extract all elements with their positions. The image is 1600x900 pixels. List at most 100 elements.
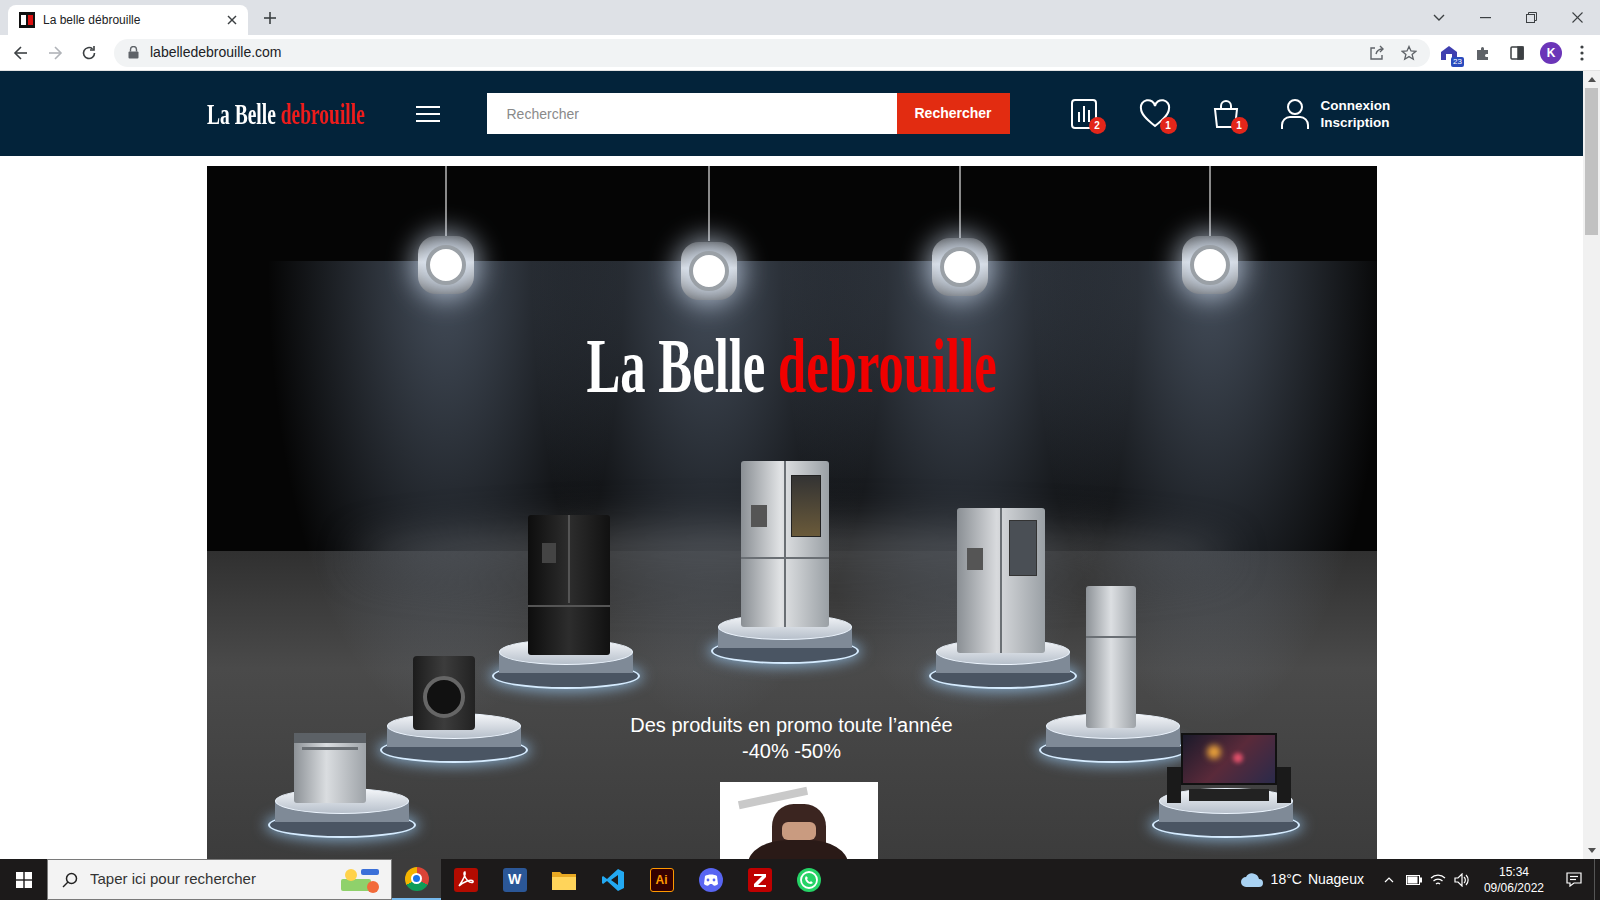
tab-strip: La belle débrouille [0, 0, 1600, 35]
hero-discount: -40% -50% [742, 738, 841, 764]
login-link[interactable]: Connexion [1321, 97, 1391, 114]
weather-temperature[interactable]: 18°C [1271, 869, 1302, 890]
hero-tagline: Des produits en promo toute l’année [630, 712, 952, 738]
taskbar-app[interactable] [735, 859, 784, 900]
washing-machine [413, 656, 475, 730]
browser-tab[interactable]: La belle débrouille [8, 5, 248, 35]
back-icon[interactable] [6, 39, 36, 67]
taskbar-app[interactable] [441, 859, 490, 900]
scroll-thumb[interactable] [1585, 88, 1598, 235]
header-badge: 1 [1160, 117, 1177, 134]
hero-title-first: La Belle [586, 322, 765, 409]
header-compare-button[interactable]: 2 [1067, 97, 1101, 131]
restore-icon[interactable] [1508, 0, 1554, 35]
right-fridge [957, 508, 1045, 653]
side-panel-icon[interactable] [1502, 39, 1532, 67]
acrobat-icon [453, 867, 479, 893]
new-tab-icon[interactable] [256, 4, 284, 32]
search-highlight-icon [337, 865, 383, 895]
logo-second: debrouille [280, 97, 364, 130]
spotlight [418, 236, 474, 294]
taskbar-search-placeholder[interactable]: Taper ici pour rechercher [90, 868, 325, 891]
clock[interactable]: 15:3409/06/2022 [1474, 864, 1554, 896]
scroll-down-icon[interactable] [1583, 842, 1600, 859]
share-icon[interactable] [1366, 42, 1388, 64]
lock-icon [126, 46, 140, 60]
explorer-icon [551, 867, 577, 893]
windows-start-icon[interactable] [0, 859, 47, 900]
discord-icon [698, 867, 724, 893]
header-badge: 1 [1231, 117, 1248, 134]
minimize-icon[interactable] [1462, 0, 1508, 35]
volume-icon[interactable] [1450, 867, 1474, 893]
notifications-icon[interactable] [1554, 859, 1594, 900]
profile-avatar[interactable]: K [1540, 42, 1562, 64]
tab-search-icon[interactable] [1416, 0, 1462, 35]
bookmark-star-icon[interactable] [1398, 42, 1420, 64]
system-tray: 18°C Nuageux 15:3409/06/2022 [1239, 859, 1600, 900]
taskbar: Taper ici pour rechercherWAi18°CNuageux1… [0, 859, 1600, 900]
close-tab-icon[interactable] [224, 12, 240, 28]
header-badge: 2 [1089, 117, 1106, 134]
center-fridge [741, 461, 829, 627]
chrome-icon [404, 866, 430, 892]
site-logo[interactable]: La Belledebrouille [207, 94, 397, 134]
taskbar-app[interactable]: Ai [637, 859, 686, 900]
tray-chevron-icon[interactable] [1376, 867, 1402, 893]
menu-dots-icon[interactable] [1570, 39, 1594, 67]
reload-icon[interactable] [74, 39, 104, 67]
address-bar: labelledebrouille.com 23 K [0, 35, 1600, 71]
promo-picture [720, 782, 878, 859]
header-cart-button[interactable]: 1 [1209, 97, 1243, 131]
dishwasher [294, 733, 366, 803]
tab-title: La belle débrouille [43, 11, 216, 29]
spotlight [681, 242, 737, 300]
black-fridge [528, 515, 610, 655]
search-icon [62, 872, 78, 888]
extensions-puzzle-icon[interactable] [1468, 39, 1498, 67]
clock-date: 09/06/2022 [1484, 880, 1544, 896]
weather-condition[interactable]: Nuageux [1308, 869, 1364, 890]
search-input[interactable] [487, 93, 897, 134]
url-text[interactable]: labelledebrouille.com [150, 42, 282, 63]
register-link[interactable]: Inscription [1321, 114, 1391, 131]
tall-fridge [1086, 586, 1136, 728]
header-wishlist-button[interactable]: 1 [1138, 97, 1172, 131]
battery-icon[interactable] [1402, 867, 1426, 893]
extension-button[interactable]: 23 [1434, 39, 1464, 67]
clock-time: 15:34 [1499, 864, 1529, 880]
taskbar-app[interactable] [392, 859, 441, 900]
omnibox[interactable]: labelledebrouille.com [114, 39, 1430, 67]
account-links[interactable]: ConnexionInscription [1279, 97, 1391, 131]
taskbar-app[interactable] [588, 859, 637, 900]
web-page: La BelledebrouilleRechercher211Connexion… [0, 71, 1583, 859]
show-desktop[interactable] [1594, 859, 1600, 900]
taskbar-app[interactable] [686, 859, 735, 900]
app-glyph: Ai [656, 871, 668, 889]
spotlight [1182, 236, 1238, 294]
logo-first: La Belle [207, 97, 276, 130]
app-glyph: W [508, 869, 521, 890]
taskbar-app[interactable] [784, 859, 833, 900]
weather-cloud-icon[interactable] [1239, 867, 1265, 893]
hero-banner[interactable]: La BelledebrouilleDes produits en promo … [207, 166, 1377, 859]
scrollbar[interactable] [1583, 71, 1600, 859]
user-icon [1279, 98, 1311, 130]
taskbar-app[interactable]: W [490, 859, 539, 900]
taskbar-search[interactable]: Taper ici pour rechercher [47, 859, 392, 900]
vscode-icon [600, 867, 626, 893]
window-controls [1416, 0, 1600, 35]
scroll-up-icon[interactable] [1583, 71, 1600, 88]
search-button[interactable]: Rechercher [897, 93, 1010, 134]
filezilla-icon [747, 867, 773, 893]
whatsapp-icon [796, 867, 822, 893]
tv-set [1167, 733, 1291, 805]
close-window-icon[interactable] [1554, 0, 1600, 35]
wifi-icon[interactable] [1426, 867, 1450, 893]
taskbar-app[interactable] [539, 859, 588, 900]
forward-icon [40, 39, 70, 67]
hamburger-menu-icon[interactable] [415, 101, 441, 127]
spotlight [932, 238, 988, 296]
illustrator-icon: Ai [650, 868, 674, 892]
desktop: La belle débrouille labelledebrouille.com… [0, 0, 1600, 900]
